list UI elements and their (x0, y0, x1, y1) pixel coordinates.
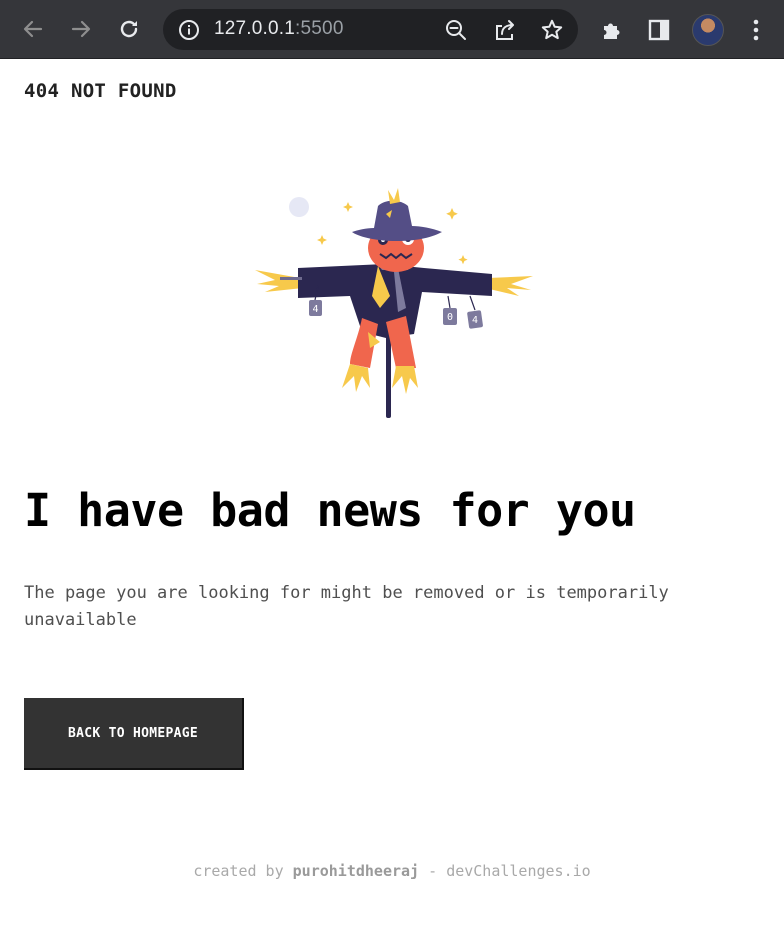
page-headline: I have bad news for you (24, 484, 636, 537)
share-icon[interactable] (493, 18, 517, 42)
footer-site-link[interactable]: devChallenges.io (446, 862, 591, 880)
back-arrow-icon[interactable] (21, 17, 45, 41)
more-menu-icon[interactable] (745, 18, 767, 42)
back-to-homepage-button[interactable]: BACK TO HOMEPAGE (24, 698, 244, 770)
reload-icon[interactable] (117, 17, 141, 41)
moon-circle (289, 197, 309, 217)
footer-separator: - (419, 862, 447, 880)
browser-toolbar: 127.0.0.1:5500 (0, 0, 784, 59)
page-description: The page you are looking for might be re… (24, 583, 669, 630)
extensions-puzzle-icon[interactable] (600, 18, 624, 42)
url-text[interactable]: 127.0.0.1:5500 (214, 18, 344, 40)
site-info-icon[interactable] (178, 19, 200, 41)
forward-arrow-icon[interactable] (69, 17, 93, 41)
sign-digit-2: 0 (447, 312, 453, 323)
bookmark-star-icon[interactable] (540, 18, 564, 42)
zoom-out-icon[interactable] (445, 19, 467, 41)
profile-avatar[interactable] (692, 14, 724, 46)
scarecrow-illustration: 4 0 4 (255, 188, 533, 418)
page-label: 404 NOT FOUND (24, 80, 177, 102)
footer-prefix: created by (193, 862, 284, 880)
sign-digit-1: 4 (312, 304, 318, 315)
footer-credit: created by purohitdheeraj - devChallenge… (0, 862, 784, 880)
footer-author-link[interactable]: purohitdheeraj (293, 862, 419, 880)
url-host: 127.0.0.1 (214, 18, 296, 39)
url-port: :5500 (295, 18, 344, 39)
sign-digit-3: 4 (472, 315, 478, 326)
side-panel-icon[interactable] (648, 19, 670, 41)
sign-4-right: 4 (467, 295, 483, 329)
sign-0-middle: 0 (443, 295, 457, 325)
